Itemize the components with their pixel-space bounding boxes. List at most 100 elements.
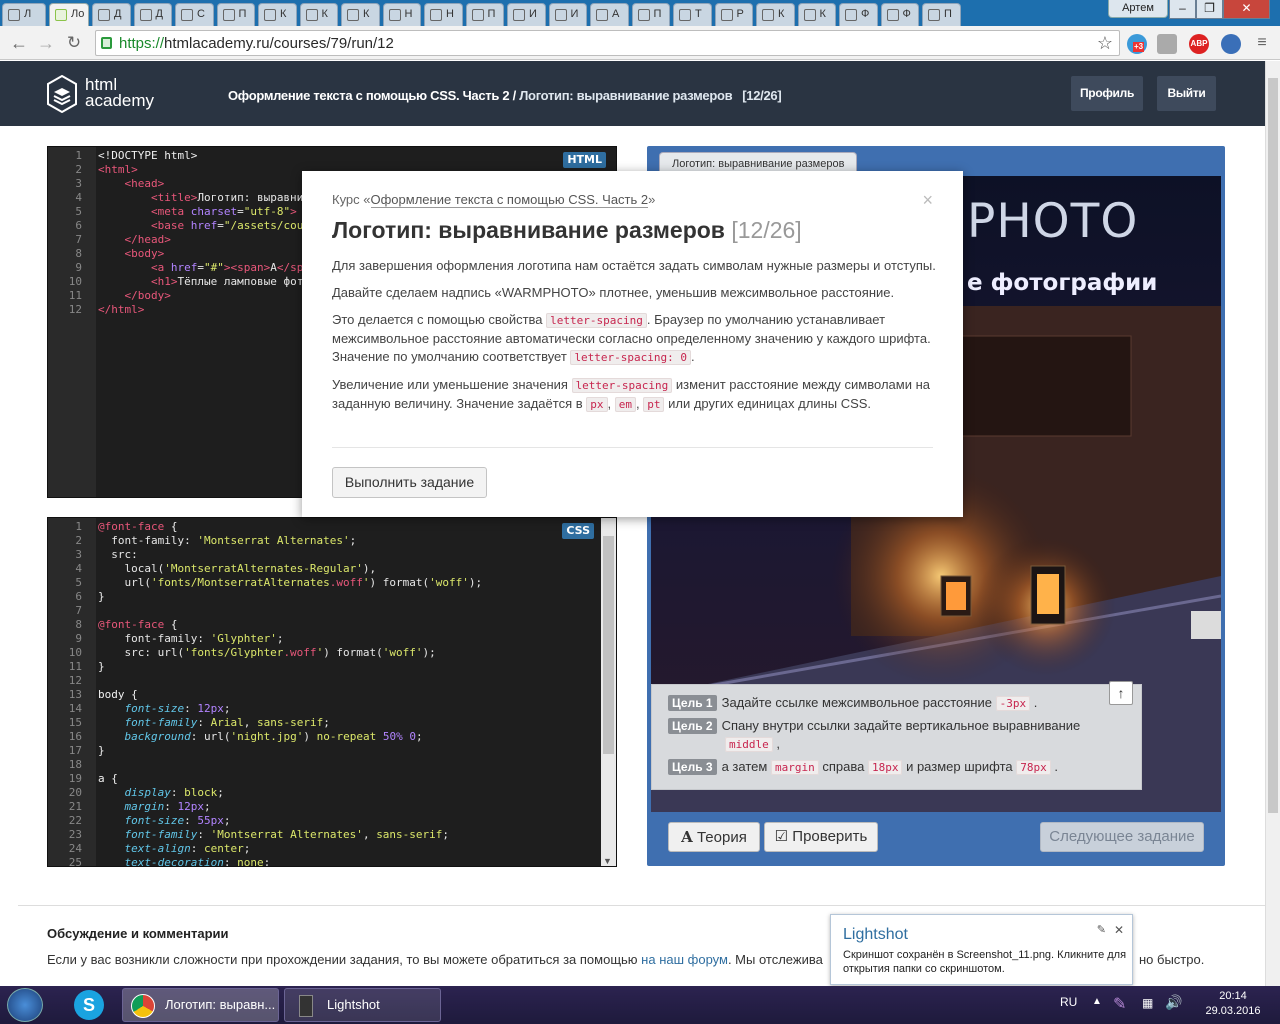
browser-tab[interactable]: К	[258, 3, 297, 26]
profile-button[interactable]: Профиль	[1071, 76, 1143, 111]
tab-title: И	[529, 8, 537, 20]
browser-tab[interactable]: К	[299, 3, 338, 26]
css-editor-scrollbar[interactable]: ▼	[601, 518, 616, 866]
language-indicator[interactable]: RU	[1060, 995, 1077, 1009]
browser-tab[interactable]: П	[922, 3, 961, 26]
line-number: 14	[68, 702, 82, 715]
lightshot-notification[interactable]: Lightshot ✎ ✕ Скриншот сохранён в Screen…	[830, 914, 1133, 985]
modal-course: Курс «Оформление текста с помощью CSS. Ч…	[332, 192, 656, 208]
browser-tab[interactable]: Ло	[49, 3, 89, 26]
line-number: 13	[68, 688, 82, 701]
line-number: 21	[68, 800, 82, 813]
browser-tab[interactable]: И	[548, 3, 587, 26]
notification-close-icon[interactable]: ✕	[1114, 923, 1124, 937]
adblock-icon[interactable]: ABP	[1189, 34, 1209, 54]
volume-icon[interactable]: 🔊	[1165, 994, 1182, 1011]
tab-favicon-icon	[886, 9, 899, 21]
next-task-button[interactable]: Следующее задание	[1040, 822, 1204, 852]
browser-tab[interactable]: К	[797, 3, 836, 26]
back-icon[interactable]: ←	[8, 32, 30, 54]
tab-title: Ф	[902, 8, 911, 20]
browser-tab[interactable]: П	[631, 3, 670, 26]
taskbar-lightshot-item[interactable]: Lightshot	[284, 988, 441, 1022]
check-button[interactable]: ☑ Проверить	[764, 822, 878, 852]
collapse-goals-arrow-icon[interactable]: ↑	[1109, 681, 1133, 705]
tab-title: Т	[695, 8, 702, 20]
browser-tab[interactable]: Т	[673, 3, 712, 26]
profile-label[interactable]: Артем	[1108, 0, 1168, 18]
browser-tab[interactable]: И	[507, 3, 546, 26]
reload-icon[interactable]: ↻	[63, 32, 85, 54]
browser-tab[interactable]: Ф	[880, 3, 919, 26]
run-task-button[interactable]: Выполнить задание	[332, 467, 487, 498]
tab-favicon-icon	[181, 9, 193, 21]
tab-favicon-icon	[98, 9, 110, 21]
browser-tab[interactable]: А	[590, 3, 629, 26]
modal-course-link[interactable]: Оформление текста с помощью CSS. Часть 2	[370, 192, 649, 208]
tab-favicon-icon	[803, 9, 816, 21]
line-number: 1	[75, 149, 82, 162]
maximize-button[interactable]: ❐	[1196, 0, 1223, 19]
browser-tab[interactable]: Д	[92, 3, 131, 26]
browser-tab[interactable]: П	[465, 3, 504, 26]
weather-extension-icon[interactable]: +3	[1127, 34, 1147, 54]
skype-icon[interactable]: S	[74, 990, 104, 1020]
line-number: 3	[75, 177, 82, 190]
line-number: 4	[75, 191, 82, 204]
pin-icon[interactable]: ✎	[1097, 923, 1106, 936]
lightshot-tray-icon[interactable]: ✎	[1113, 994, 1126, 1014]
forward-icon[interactable]: →	[35, 32, 57, 54]
clock[interactable]: 20:14 29.03.2016	[1198, 989, 1268, 1019]
line-number: 20	[68, 786, 82, 799]
bookmark-star-icon[interactable]: ☆	[1097, 33, 1113, 54]
line-number: 17	[68, 744, 82, 757]
browser-tab[interactable]: Н	[424, 3, 463, 26]
browser-tab[interactable]: К	[341, 3, 380, 26]
tab-title: С	[197, 8, 205, 20]
logo-text[interactable]: html academy	[85, 76, 154, 109]
tab-title: К	[363, 8, 370, 20]
browser-tab[interactable]: С	[175, 3, 214, 26]
minimize-button[interactable]: –	[1169, 0, 1196, 19]
tab-title: П	[944, 8, 952, 20]
css-language-badge: CSS	[562, 523, 594, 539]
browser-tab[interactable]: Ф	[839, 3, 878, 26]
modal-close-icon[interactable]: ×	[922, 190, 933, 211]
browser-tab[interactable]: К	[756, 3, 795, 26]
discussion-title: Обсуждение и комментарии	[47, 926, 229, 941]
browser-tab[interactable]: Д	[133, 3, 172, 26]
globe-extension-icon[interactable]	[1221, 34, 1241, 54]
browser-tab[interactable]: Л	[2, 3, 46, 26]
address-bar[interactable]: https://htmlacademy.ru/courses/79/run/12…	[95, 30, 1120, 56]
tab-title: И	[570, 8, 579, 20]
theory-button[interactable]: A Теория	[668, 822, 760, 852]
network-icon[interactable]: ▦	[1142, 996, 1153, 1010]
html-code[interactable]: <!DOCTYPE html> <html> <head> <title>Лог…	[98, 149, 310, 317]
page-scrollbar[interactable]	[1265, 61, 1280, 986]
site-header: html academy Оформление текста с помощью…	[0, 61, 1265, 126]
shield-extension-icon[interactable]	[1157, 34, 1177, 54]
logout-button[interactable]: Выйти	[1157, 76, 1216, 111]
menu-icon[interactable]: ≡	[1251, 32, 1273, 54]
browser-tab[interactable]: Р	[714, 3, 753, 26]
forum-link[interactable]: на наш форум	[641, 952, 728, 967]
tab-favicon-icon	[55, 9, 67, 21]
css-editor[interactable]: 1 2 3 4 5 6 7 8 9 10 11 12 13 14 15 16 17 18 19 20 21 22 23 24 2…	[47, 517, 617, 867]
tab-title: Р	[736, 8, 744, 20]
taskbar-chrome-item[interactable]: Логотип: выравн...	[122, 988, 279, 1022]
css-line-numbers: 1 2 3 4 5 6 7 8 9 10 11 12 13 14 15 16 17 18 19 20 21 22 23 24 2…	[48, 518, 96, 866]
tab-favicon-icon	[637, 9, 650, 21]
line-number: 18	[68, 758, 82, 771]
tray-up-arrow-icon[interactable]: ▲	[1092, 996, 1102, 1007]
line-number: 16	[68, 730, 82, 743]
htmlacademy-logo-icon[interactable]	[47, 75, 77, 113]
discussion-text-right: но быстро.	[1139, 952, 1205, 967]
tab-favicon-icon	[388, 9, 401, 21]
tab-favicon-icon	[720, 9, 733, 21]
start-button[interactable]	[7, 988, 43, 1022]
browser-tab[interactable]: Н	[382, 3, 421, 26]
close-window-button[interactable]: ✕	[1223, 0, 1270, 19]
css-code[interactable]: @font-face { font-family: 'Montserrat Al…	[98, 520, 482, 866]
browser-tab[interactable]: П	[216, 3, 255, 26]
breadcrumb-course[interactable]: Оформление текста с помощью CSS. Часть 2…	[228, 88, 516, 103]
